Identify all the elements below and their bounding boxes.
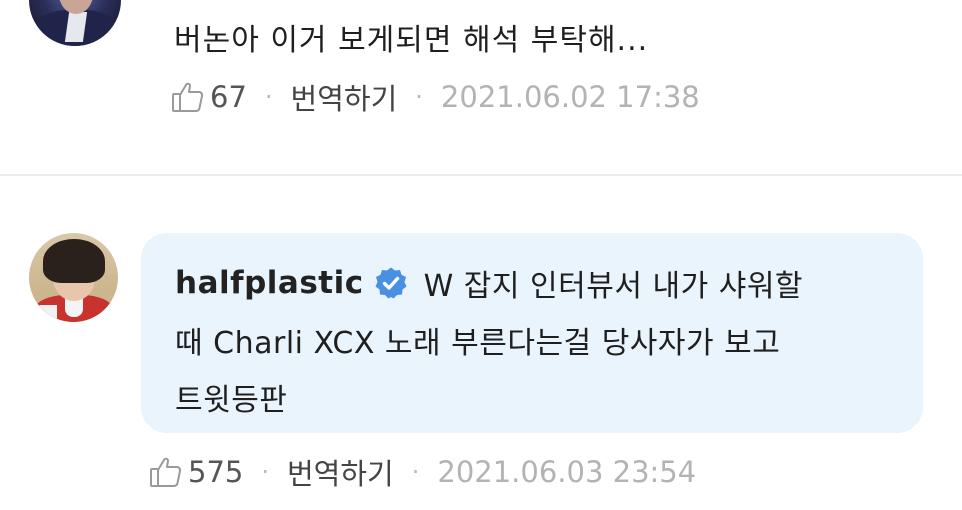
like-count: 67 xyxy=(210,80,247,114)
comment-thread: 버논아 이거 보게되면 해석 부탁해... 67 · 번역하기 · 2021.0… xyxy=(0,0,962,510)
separator-dot: · xyxy=(415,83,423,111)
reply-avatar[interactable] xyxy=(29,233,118,322)
reply-line-1: halfplastic W 잡지 인터뷰서 내가 샤워할 xyxy=(175,261,803,305)
thumbs-up-icon[interactable] xyxy=(148,454,184,490)
separator-dot: · xyxy=(261,458,269,486)
commenter-avatar[interactable] xyxy=(29,0,121,46)
verified-badge-icon xyxy=(374,266,408,300)
reply-meta: 575 · 번역하기 · 2021.06.03 23:54 xyxy=(148,451,696,493)
reply-text-line: 때 Charli XCX 노래 부른다는걸 당사자가 보고 xyxy=(175,326,781,361)
reply-username[interactable]: halfplastic xyxy=(175,265,364,301)
comment-timestamp: 2021.06.02 17:38 xyxy=(440,80,700,114)
thumbs-up-icon[interactable] xyxy=(170,79,206,115)
reply-text-line: 트윗등판 xyxy=(175,383,288,418)
reply-text-line: W 잡지 인터뷰서 내가 샤워할 xyxy=(423,269,804,304)
comment-divider xyxy=(0,174,962,176)
separator-dot: · xyxy=(411,458,420,486)
like-count: 575 xyxy=(188,455,244,489)
separator-dot: · xyxy=(264,83,273,111)
translate-button[interactable]: 번역하기 xyxy=(291,76,398,118)
avatar-shirt-detail xyxy=(35,305,57,322)
translate-button[interactable]: 번역하기 xyxy=(287,451,394,493)
reply-bubble: halfplastic W 잡지 인터뷰서 내가 샤워할 때 Charli XC… xyxy=(141,233,923,433)
reply-timestamp: 2021.06.03 23:54 xyxy=(437,455,697,489)
comment-text: 버논아 이거 보게되면 해석 부탁해... xyxy=(174,23,649,58)
comment-meta: 67 · 번역하기 · 2021.06.02 17:38 xyxy=(170,76,700,118)
avatar-hair xyxy=(43,239,105,283)
